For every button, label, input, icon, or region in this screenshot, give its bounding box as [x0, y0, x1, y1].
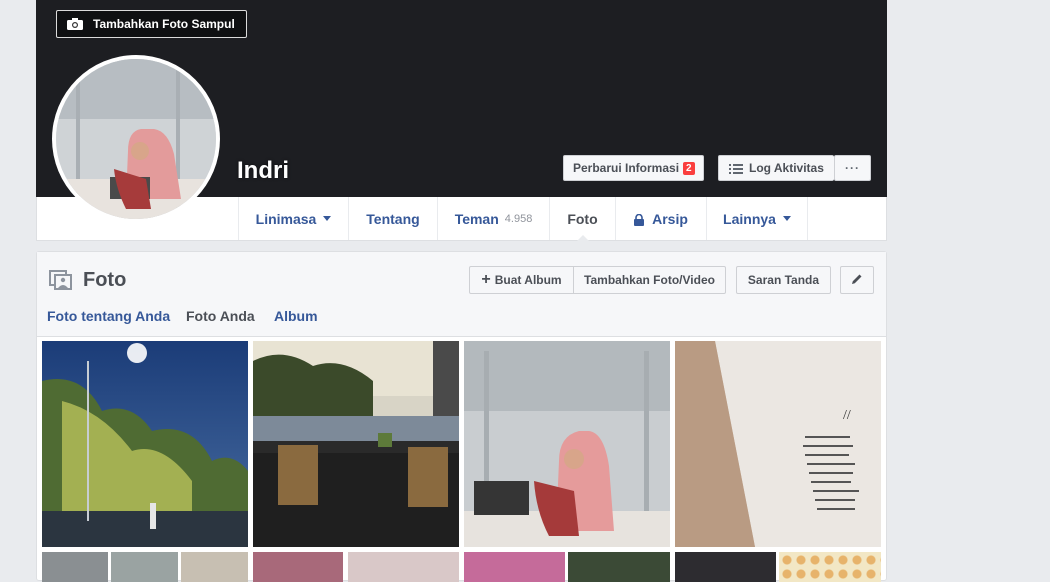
tab-teman-label: Teman [454, 210, 499, 227]
add-photo-video-button[interactable]: Tambahkan Foto/Video [573, 266, 726, 294]
create-album-button[interactable]: + Buat Album [469, 266, 574, 294]
pencil-icon [851, 273, 863, 288]
add-cover-photo-button[interactable]: Tambahkan Foto Sampul [56, 10, 247, 38]
photo-thumbnail[interactable] [464, 552, 565, 582]
photo-thumbnail[interactable] [568, 552, 670, 582]
tab-foto[interactable]: Foto [549, 197, 615, 241]
list-icon [729, 163, 743, 174]
camera-icon [67, 18, 83, 30]
more-options-button[interactable]: ··· [834, 155, 871, 181]
lock-icon [634, 213, 645, 226]
tab-albums[interactable]: Album [274, 308, 318, 324]
tab-lainnya-label: Lainnya [723, 210, 776, 227]
tag-suggestions-button[interactable]: Saran Tanda [736, 266, 831, 294]
photo-thumbnail[interactable] [675, 552, 776, 582]
photo-thumbnail[interactable] [111, 552, 178, 582]
profile-name[interactable]: Indri [237, 157, 289, 185]
photo-thumbnail[interactable] [181, 552, 248, 582]
tab-tentang[interactable]: Tentang [348, 197, 437, 240]
more-dots-icon: ··· [845, 161, 860, 175]
tab-foto-label: Foto [567, 210, 598, 227]
photos-icon [49, 268, 73, 292]
photos-panel: Foto + Buat Album Tambahkan Foto/Video S… [36, 251, 887, 582]
photos-header: Foto + Buat Album Tambahkan Foto/Video S… [37, 252, 886, 337]
tab-arsip[interactable]: Arsip [615, 197, 706, 240]
chevron-down-icon [323, 216, 332, 221]
tab-linimasa[interactable]: Linimasa [238, 197, 348, 240]
update-info-button[interactable]: Perbarui Informasi 2 [563, 155, 704, 181]
tab-tentang-label: Tentang [366, 210, 420, 227]
photo-thumbnail[interactable]: // [675, 341, 881, 547]
add-photo-video-label: Tambahkan Foto/Video [584, 273, 715, 287]
photo-thumbnail[interactable] [348, 552, 459, 582]
add-cover-photo-label: Tambahkan Foto Sampul [93, 17, 235, 31]
photo-thumbnail[interactable] [42, 341, 248, 547]
tab-arsip-label: Arsip [652, 210, 688, 227]
photo-thumbnail[interactable] [253, 341, 459, 547]
tab-teman[interactable]: Teman 4.958 [437, 197, 549, 240]
chevron-down-icon [782, 216, 791, 221]
photo-thumbnail[interactable] [42, 552, 108, 582]
profile-picture[interactable] [52, 55, 220, 223]
active-tab-indicator [576, 235, 589, 241]
edit-button[interactable] [840, 266, 874, 294]
tag-suggestions-label: Saran Tanda [747, 273, 820, 287]
create-album-label: Buat Album [494, 273, 562, 287]
tab-lainnya[interactable]: Lainnya [706, 197, 808, 240]
plus-icon: + [481, 271, 491, 288]
tab-photos-of-you[interactable]: Foto tentang Anda [47, 308, 170, 324]
activity-log-label: Log Aktivitas [749, 161, 824, 175]
photos-title: Foto [83, 269, 127, 291]
update-info-label: Perbarui Informasi [573, 161, 680, 175]
photo-thumbnail[interactable] [779, 552, 881, 582]
update-info-badge: 2 [683, 161, 695, 175]
tab-linimasa-label: Linimasa [255, 210, 317, 227]
svg-text://: // [843, 408, 851, 423]
friends-count: 4.958 [504, 212, 533, 225]
activity-log-button[interactable]: Log Aktivitas [718, 155, 834, 181]
profile-picture-image [56, 59, 216, 219]
photo-thumbnail[interactable] [464, 341, 670, 547]
photo-thumbnail[interactable] [253, 552, 343, 582]
tab-your-photos[interactable]: Foto Anda [186, 308, 255, 324]
